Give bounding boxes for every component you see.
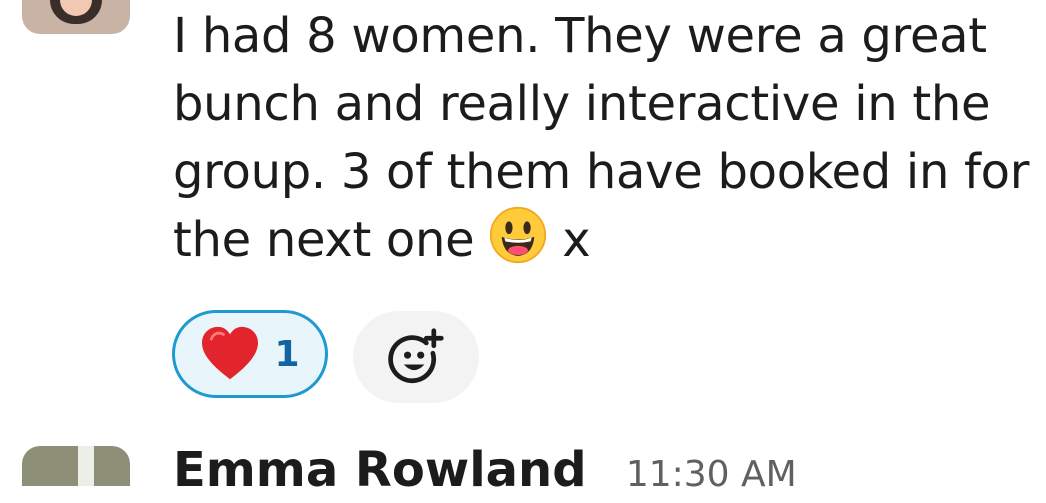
message-line: bunch and really interactive in the — [173, 76, 991, 132]
message-line: group. 3 of them have booked in for — [173, 144, 1030, 200]
message-line: the next one x — [173, 206, 1033, 274]
message-line-text: the next one — [173, 212, 475, 268]
next-message-header: Emma Rowland 11:30 AM — [173, 442, 797, 503]
message-body: I had 8 women. They were a great bunch a… — [173, 2, 1033, 274]
next-message-avatar[interactable] — [22, 446, 130, 486]
add-reaction-icon — [388, 328, 444, 384]
heart-emoji-icon — [202, 326, 259, 380]
author-name[interactable]: Emma Rowland — [173, 442, 587, 498]
add-reaction-button[interactable] — [353, 311, 479, 403]
reaction-count: 1 — [274, 333, 300, 375]
message-line: I had 8 women. They were a great — [173, 8, 987, 64]
avatar-detail — [78, 446, 94, 486]
message-timestamp[interactable]: 11:30 AM — [626, 454, 797, 495]
grinning-face-emoji-icon — [490, 206, 547, 264]
heart-reaction-button[interactable]: 1 — [172, 310, 328, 398]
message-line-text: x — [562, 212, 591, 268]
avatar[interactable] — [22, 0, 130, 34]
